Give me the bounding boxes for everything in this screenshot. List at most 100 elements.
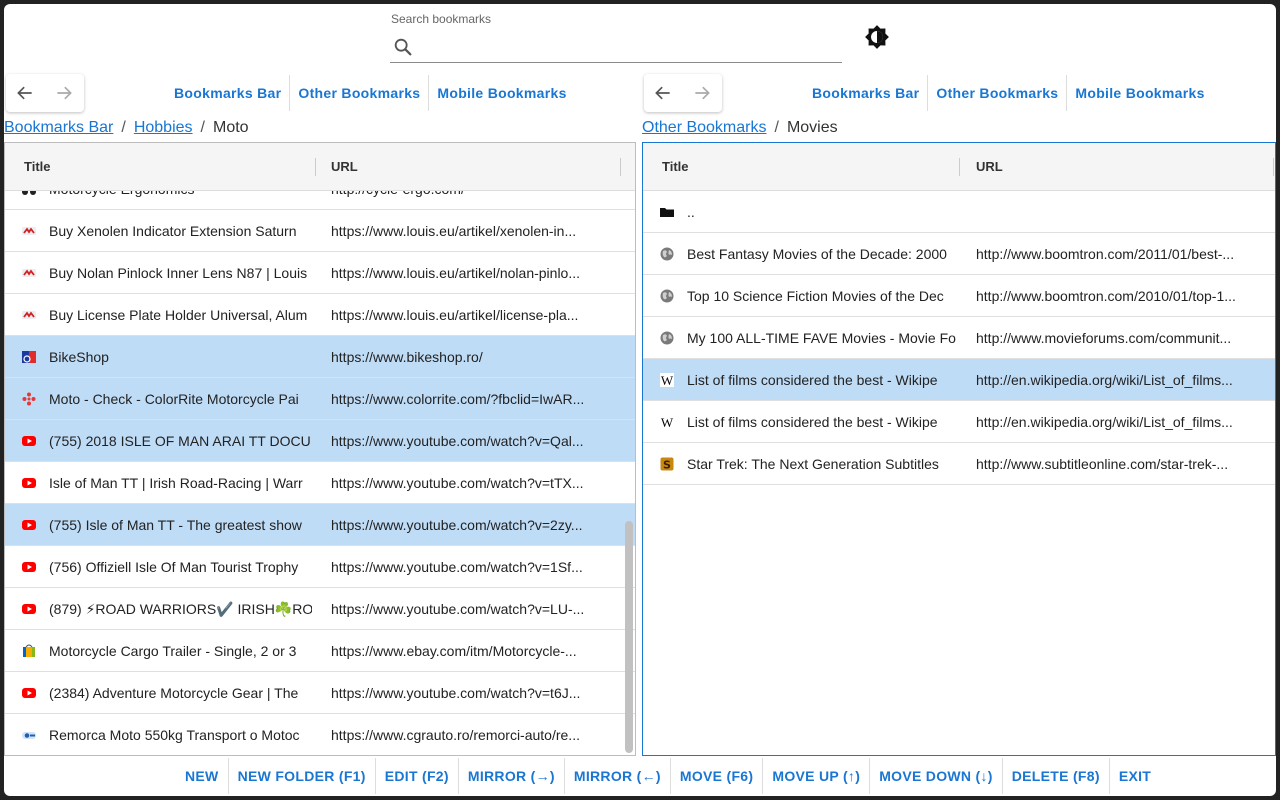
breadcrumb-current: Movies — [786, 119, 838, 136]
subtitle-icon: S — [660, 457, 674, 471]
table-row[interactable]: (2384) Adventure Motorcycle Gear | The ht… — [5, 672, 635, 714]
search-label: Search bookmarks — [391, 12, 492, 26]
column-resize-handle[interactable] — [1273, 158, 1274, 176]
row-title: Motorcycle Cargo Trailer - Single, 2 or … — [49, 643, 297, 659]
column-resize-handle[interactable] — [959, 158, 960, 176]
table-row[interactable]: My 100 ALL-TIME FAVE Movies - Movie Fo ht… — [643, 317, 1275, 359]
breadcrumb-separator: / — [121, 119, 126, 136]
row-title: (2384) Adventure Motorcycle Gear | The — [49, 685, 299, 701]
ebay-icon — [23, 644, 35, 657]
root-mobile-bookmarks-button[interactable]: Mobile Bookmarks — [1067, 75, 1212, 111]
root-bookmarks-bar-button[interactable]: Bookmarks Bar — [166, 75, 291, 111]
breadcrumb-link[interactable]: Bookmarks Bar — [4, 119, 113, 136]
row-title: My 100 ALL-TIME FAVE Movies - Movie Fo — [687, 330, 956, 346]
wikipedia-icon: W — [660, 373, 674, 387]
table-row[interactable]: (756) Offiziell Isle Of Man Tourist Trop… — [5, 546, 635, 588]
row-url: https://www.youtube.com/watch?v=2zy... — [331, 517, 583, 533]
svg-text:S: S — [663, 459, 671, 472]
table-row[interactable]: Isle of Man TT | Irish Road-Racing | War… — [5, 462, 635, 504]
table-row[interactable]: BikeShop https://www.bikeshop.ro/ — [5, 336, 635, 378]
toolbar-button-delete-f8[interactable]: DELETE (F8) — [1003, 758, 1110, 794]
youtube-icon — [22, 562, 36, 572]
row-list: .. Best Fantasy Movies of the Decade: 200… — [643, 191, 1275, 485]
svg-text:W: W — [661, 373, 674, 387]
toolbar-button-move-up[interactable]: MOVE UP (↑) — [763, 758, 871, 794]
column-resize-handle[interactable] — [315, 158, 316, 176]
table-row[interactable]: Motorcycle Ergonomics http://cycle-ergo.c… — [5, 191, 635, 210]
globe-icon — [660, 247, 674, 261]
table-row[interactable]: Motorcycle Cargo Trailer - Single, 2 or … — [5, 630, 635, 672]
back-arrow-icon[interactable] — [15, 83, 35, 103]
table-row[interactable]: .. — [643, 191, 1275, 233]
column-header-url[interactable]: URL — [331, 143, 358, 191]
row-url: https://www.youtube.com/watch?v=tTX... — [331, 475, 584, 491]
back-arrow-icon[interactable] — [653, 83, 673, 103]
theme-toggle-icon[interactable] — [864, 24, 890, 50]
grid-body: Motorcycle Ergonomics http://cycle-ergo.c… — [5, 191, 635, 755]
table-row[interactable]: Best Fantasy Movies of the Decade: 2000 h… — [643, 233, 1275, 275]
table-row[interactable]: S Star Trek: The Next Generation Subtitle… — [643, 443, 1275, 485]
forward-arrow-icon[interactable] — [692, 83, 712, 103]
table-row[interactable]: (755) 2018 ISLE OF MAN ARAI TT DOCU https… — [5, 420, 635, 462]
root-other-bookmarks-button[interactable]: Other Bookmarks — [290, 75, 430, 111]
column-resize-handle[interactable] — [620, 158, 621, 176]
grid-header: Title URL — [643, 143, 1275, 191]
table-row[interactable]: (755) Isle of Man TT - The greatest show… — [5, 504, 635, 546]
table-row[interactable]: Moto - Check - ColorRite Motorcycle Pai h… — [5, 378, 635, 420]
cgrauto-icon — [22, 732, 36, 739]
toolbar-button-new[interactable]: NEW — [176, 758, 229, 794]
breadcrumb-current: Moto — [212, 119, 249, 136]
toolbar-button-exit[interactable]: EXIT — [1110, 758, 1160, 794]
breadcrumb-link[interactable]: Hobbies — [134, 119, 193, 136]
youtube-icon — [22, 520, 36, 530]
column-header-title[interactable]: Title — [662, 143, 689, 191]
globe-icon — [660, 331, 674, 345]
row-url: https://www.youtube.com/watch?v=Qal... — [331, 433, 584, 449]
row-title: (756) Offiziell Isle Of Man Tourist Trop… — [49, 559, 299, 575]
bookmark-grid: Title URL Motorcycle Ergonomics http://cy… — [4, 142, 636, 756]
row-title: Buy Nolan Pinlock Inner Lens N87 | Louis — [49, 265, 308, 281]
toolbar-button-move-down[interactable]: MOVE DOWN (↓) — [870, 758, 1003, 794]
row-title: Buy License Plate Holder Universal, Alum — [49, 307, 308, 323]
forward-arrow-icon[interactable] — [54, 83, 74, 103]
breadcrumb-link[interactable]: Other Bookmarks — [642, 119, 766, 136]
toolbar-button-mirror[interactable]: MIRROR (→) — [459, 758, 565, 794]
toolbar-button-new-folder-f1[interactable]: NEW FOLDER (F1) — [229, 758, 376, 794]
row-url: http://en.wikipedia.org/wiki/List_of_fil… — [976, 414, 1233, 430]
bikeshop-icon — [22, 351, 36, 363]
row-url: https://www.louis.eu/artikel/license-pla… — [331, 307, 579, 323]
toolbar-button-edit-f2[interactable]: EDIT (F2) — [376, 758, 459, 794]
app-window: Search bookmarks Bookmarks Bar Other Boo… — [4, 4, 1276, 796]
breadcrumb-separator: / — [200, 119, 205, 136]
table-row[interactable]: W List of films considered the best - Wik… — [643, 359, 1275, 401]
table-row[interactable]: W List of films considered the best - Wik… — [643, 401, 1275, 443]
row-url: https://www.youtube.com/watch?v=1Sf... — [331, 559, 583, 575]
louis-icon — [22, 227, 36, 235]
search-input[interactable] — [420, 34, 838, 60]
table-row[interactable]: Top 10 Science Fiction Movies of the Dec… — [643, 275, 1275, 317]
row-url: http://cycle-ergo.com/ — [331, 191, 601, 210]
table-row[interactable]: Buy Xenolen Indicator Extension Saturn ht… — [5, 210, 635, 252]
toolbar-button-mirror[interactable]: MIRROR (←) — [565, 758, 671, 794]
row-url: https://www.ebay.com/itm/Motorcycle-... — [331, 643, 577, 659]
root-folder-tabs: Bookmarks Bar Other Bookmarks Mobile Boo… — [166, 75, 575, 111]
table-row[interactable]: Buy Nolan Pinlock Inner Lens N87 | Louis… — [5, 252, 635, 294]
table-row[interactable]: Remorca Moto 550kg Transport o Motoc http… — [5, 714, 635, 755]
row-url: https://www.youtube.com/watch?v=t6J... — [331, 685, 581, 701]
column-header-title[interactable]: Title — [24, 143, 51, 191]
youtube-icon — [22, 688, 36, 698]
breadcrumb-separator: / — [774, 119, 779, 136]
column-header-url[interactable]: URL — [976, 143, 1003, 191]
row-title: Star Trek: The Next Generation Subtitles — [687, 456, 939, 472]
vertical-scrollbar[interactable] — [625, 521, 633, 753]
row-title: Moto - Check - ColorRite Motorcycle Pai — [49, 391, 299, 407]
table-row[interactable]: (879) ⚡ROAD WARRIORS✔️ IRISH☘️RO https://… — [5, 588, 635, 630]
root-other-bookmarks-button[interactable]: Other Bookmarks — [928, 75, 1068, 111]
toolbar-button-move-f6[interactable]: MOVE (F6) — [671, 758, 764, 794]
table-row[interactable]: Buy License Plate Holder Universal, Alum… — [5, 294, 635, 336]
row-url: http://www.boomtron.com/2011/01/best-... — [976, 246, 1235, 262]
globe-icon — [660, 289, 674, 303]
root-bookmarks-bar-button[interactable]: Bookmarks Bar — [804, 75, 929, 111]
row-title: Isle of Man TT | Irish Road-Racing | War… — [49, 475, 303, 491]
root-mobile-bookmarks-button[interactable]: Mobile Bookmarks — [429, 75, 574, 111]
